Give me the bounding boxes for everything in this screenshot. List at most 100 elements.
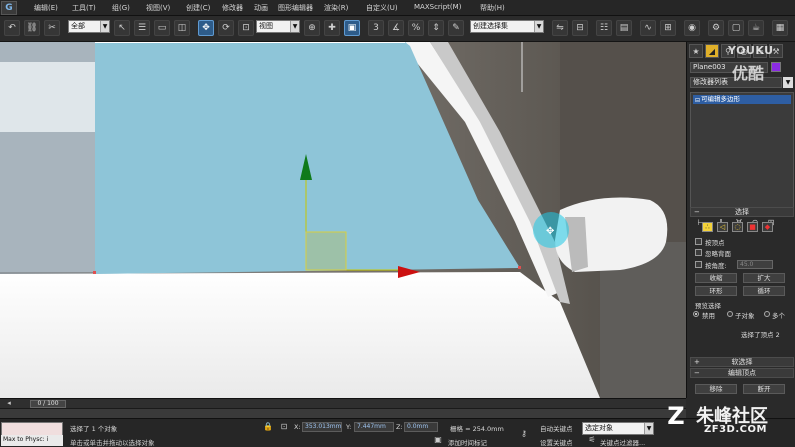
add-time-tag-text[interactable]: 添加时间标记 [448, 437, 487, 447]
ring-button[interactable]: 环形 [695, 286, 737, 296]
timeline-track[interactable] [0, 408, 686, 418]
x-coordinate-field[interactable]: 353.013mm [302, 422, 342, 432]
scale-icon[interactable]: ⊡ [238, 20, 254, 36]
absolute-mode-icon[interactable]: ⊡ [278, 421, 290, 433]
menu-modifiers[interactable]: 修改器 [222, 3, 243, 13]
object-color-swatch[interactable] [771, 62, 781, 72]
soft-selection-rollout-header[interactable]: + 软选择 [690, 357, 794, 367]
undo-icon[interactable]: ↶ [4, 20, 20, 36]
rotate-icon[interactable]: ⟳ [218, 20, 234, 36]
mirror-icon[interactable]: ⇋ [552, 20, 568, 36]
layer-manager-icon[interactable]: ☷ [596, 20, 612, 36]
by-vertex-checkbox[interactable] [695, 238, 702, 245]
by-angle-label: 按角度: [705, 262, 727, 270]
selection-filter-dropdown[interactable]: 全部 ▼ [68, 20, 110, 33]
ignore-backfacing-checkbox[interactable] [695, 249, 702, 256]
key-icon[interactable]: ⚷ [518, 428, 530, 440]
ignore-backfacing-label: 忽略背面 [705, 250, 731, 258]
rect-selection-icon[interactable]: ▭ [154, 20, 170, 36]
schematic-view-icon[interactable]: ⊞ [660, 20, 676, 36]
menu-edit[interactable]: 编辑(E) [34, 3, 58, 13]
break-button[interactable]: 断开 [743, 384, 785, 394]
stack-item-editable-poly[interactable]: ⊟ 可编辑多边形 [693, 95, 791, 104]
key-filters-button[interactable]: 关键点过滤器... [600, 437, 645, 447]
graphite-tools-icon[interactable]: ▤ [616, 20, 632, 36]
menu-views[interactable]: 视图(V) [146, 3, 170, 13]
car-body [0, 272, 600, 398]
move-icon[interactable]: ✥ [198, 20, 214, 36]
link-icon[interactable]: ⛓ [24, 20, 40, 36]
time-slider[interactable]: ◂ 0 / 100 [0, 398, 686, 408]
preview-disabled-radio[interactable] [693, 311, 699, 317]
grow-button[interactable]: 扩大 [743, 273, 785, 283]
collapse-icon[interactable]: ⊟ [695, 96, 700, 105]
app-logo-icon[interactable]: G [1, 1, 17, 15]
selection-rollout-header[interactable]: − 选择 [690, 207, 794, 217]
named-sets-icon[interactable]: ✎ [448, 20, 464, 36]
mini-curve-icon[interactable]: ◂ [4, 398, 14, 408]
menu-group[interactable]: 组(G) [112, 3, 130, 13]
angle-snap-icon[interactable]: ∡ [388, 20, 404, 36]
perspective-viewport[interactable]: ✥ [0, 42, 686, 398]
ref-coord-dropdown[interactable]: 视图 ▼ [256, 20, 300, 33]
menu-rendering[interactable]: 渲染(R) [324, 3, 348, 13]
edit-vertices-rollout-header[interactable]: − 编辑顶点 [690, 368, 794, 378]
render-teapot-icon[interactable]: ☕ [748, 20, 764, 36]
prompt-text: 单击或单击并拖动以选择对象 [70, 439, 155, 447]
by-angle-checkbox[interactable] [695, 261, 702, 268]
time-slider-thumb[interactable]: 0 / 100 [30, 400, 66, 408]
spinner-snap-icon[interactable]: ⇕ [428, 20, 444, 36]
modify-tab-icon[interactable]: ◢ [705, 44, 719, 58]
lock-icon[interactable]: 🔒 [262, 421, 274, 433]
preview-subobject-radio[interactable] [727, 311, 733, 317]
menu-animation[interactable]: 动画 [254, 3, 268, 13]
modifier-stack: ⊟ 可编辑多边形 [690, 92, 794, 214]
rendered-frame-icon[interactable]: ▢ [728, 20, 744, 36]
auto-key-button[interactable]: 自动关键点 [540, 423, 573, 433]
chevron-down-icon: ▼ [534, 21, 543, 32]
chevron-down-icon[interactable]: ▼ [783, 77, 793, 88]
material-editor-icon[interactable]: ◉ [684, 20, 700, 36]
select-object-icon[interactable]: ↖ [114, 20, 130, 36]
render-setup-icon[interactable]: ⚙ [708, 20, 724, 36]
menu-customize[interactable]: 自定义(U) [366, 3, 398, 13]
create-tab-icon[interactable]: ★ [689, 44, 703, 58]
polygon-mode-icon[interactable]: ■ [747, 222, 758, 232]
menu-graph-editors[interactable]: 图形编辑器 [278, 3, 313, 13]
maxscript-mini-input[interactable]: Max to Physc: i [1, 435, 63, 446]
element-mode-icon[interactable]: ◆ [762, 222, 773, 232]
loop-button[interactable]: 循环 [743, 286, 785, 296]
percent-snap-icon[interactable]: % [408, 20, 424, 36]
angle-spinner[interactable]: 45.0 [737, 260, 773, 269]
y-coordinate-field[interactable]: 7.447mm [354, 422, 394, 432]
menu-help[interactable]: 帮助(H) [480, 3, 505, 13]
select-manipulate-icon[interactable]: ✚ [324, 20, 340, 36]
keyboard-shortcut-icon[interactable]: ▣ [344, 20, 360, 36]
border-mode-icon[interactable]: ◌ [732, 222, 743, 232]
viewport-scene: ✥ [0, 42, 686, 398]
named-selection-dropdown[interactable]: 创建选择集 ▼ [470, 20, 544, 33]
shrink-button[interactable]: 收缩 [695, 273, 737, 283]
edge-mode-icon[interactable]: ◁ [717, 222, 728, 232]
window-crossing-icon[interactable]: ◫ [174, 20, 190, 36]
align-icon[interactable]: ⊟ [572, 20, 588, 36]
set-key-button[interactable]: 设置关键点 [540, 437, 573, 447]
render-active-icon[interactable]: ▦ [772, 20, 788, 36]
z-coordinate-field[interactable]: 0.0mm [404, 422, 438, 432]
grid-size-text: 栅格 = 254.0mm [450, 425, 504, 433]
preview-multi-radio[interactable] [764, 311, 770, 317]
vertex-mode-icon[interactable]: ∴ [702, 222, 713, 232]
command-panel: ★ ◢ ⚲ ◎ ▭ ⚒ Plane003 修改器列表 ▼ ⊟ 可编辑多边形 ⊢ … [686, 42, 795, 398]
time-tag-icon[interactable]: ▣ [432, 434, 444, 446]
remove-button[interactable]: 移除 [695, 384, 737, 394]
menu-create[interactable]: 创建(C) [186, 3, 210, 13]
pivot-center-icon[interactable]: ⊕ [304, 20, 320, 36]
select-by-name-icon[interactable]: ☰ [134, 20, 150, 36]
unlink-icon[interactable]: ✂ [44, 20, 60, 36]
menu-tools[interactable]: 工具(T) [72, 3, 96, 13]
disabled-label: 禁用 [702, 312, 715, 320]
menu-maxscript[interactable]: MAXScript(M) [414, 3, 461, 11]
snap-toggle-icon[interactable]: 3 [368, 20, 384, 36]
curve-editor-icon[interactable]: ∿ [640, 20, 656, 36]
key-filters-icon[interactable]: ⚟ [586, 434, 598, 446]
